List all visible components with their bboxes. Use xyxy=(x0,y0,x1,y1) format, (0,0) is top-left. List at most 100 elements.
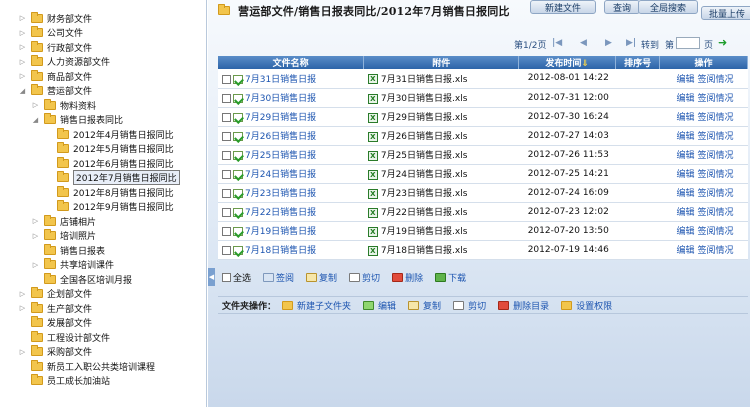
edit-link[interactable]: 编辑 xyxy=(677,170,695,180)
query-button[interactable]: 查询 xyxy=(604,0,640,14)
tree-node[interactable]: 2012年9月销售日报同比 xyxy=(44,200,174,214)
collapsed-arrow-icon[interactable]: ▷ xyxy=(31,217,40,226)
tree-node[interactable]: ▷ 店铺相片 xyxy=(31,214,96,228)
file-name-link[interactable]: 7月18日销售日报 xyxy=(245,246,316,256)
tree-node[interactable]: ▷ 生产部文件 xyxy=(18,301,92,315)
collapsed-arrow-icon[interactable]: ▷ xyxy=(18,289,27,298)
last-page-icon[interactable]: ▶| xyxy=(626,38,636,48)
copy-button[interactable]: 复制 xyxy=(306,271,337,284)
row-checkbox[interactable] xyxy=(222,74,231,84)
attachment-link[interactable]: 7月19日销售日报.xls xyxy=(381,227,468,237)
sign-status-link[interactable]: 签阅情况 xyxy=(698,132,734,142)
tree-node[interactable]: ◢ 营运部文件 xyxy=(18,84,92,98)
collapsed-arrow-icon[interactable]: ▷ xyxy=(18,43,27,52)
new-subfolder-button[interactable]: 新建子文件夹 xyxy=(282,299,351,312)
collapse-sidebar-tab[interactable]: ◀ xyxy=(208,268,215,286)
next-page-icon[interactable]: ▶ xyxy=(605,38,612,48)
tree-node[interactable]: 发展部文件 xyxy=(18,316,92,330)
tree-node[interactable]: 新员工入职公共类培训课程 xyxy=(18,359,155,373)
collapsed-arrow-icon[interactable]: ▷ xyxy=(18,304,27,313)
cut-folder-button[interactable]: 剪切 xyxy=(453,299,486,312)
row-checkbox[interactable] xyxy=(222,208,231,217)
file-name-link[interactable]: 7月25日销售日报 xyxy=(245,151,316,161)
edit-folder-button[interactable]: 编辑 xyxy=(363,299,396,312)
edit-link[interactable]: 编辑 xyxy=(677,151,695,161)
attachment-link[interactable]: 7月23日销售日报.xls xyxy=(381,189,468,199)
row-checkbox[interactable] xyxy=(222,227,231,236)
row-checkbox[interactable] xyxy=(222,170,231,179)
first-page-icon[interactable]: |◀ xyxy=(552,38,562,48)
tree-node[interactable]: 销售日报表 xyxy=(31,243,105,257)
collapsed-arrow-icon[interactable]: ▷ xyxy=(18,57,27,66)
file-name-link[interactable]: 7月19日销售日报 xyxy=(245,227,316,237)
attachment-link[interactable]: 7月24日销售日报.xls xyxy=(381,170,468,180)
delete-dir-button[interactable]: 删除目录 xyxy=(498,299,549,312)
go-arrow-icon[interactable]: ➜ xyxy=(718,36,727,49)
edit-link[interactable]: 编辑 xyxy=(677,94,695,104)
sign-status-link[interactable]: 签阅情况 xyxy=(698,246,734,256)
sign-status-link[interactable]: 签阅情况 xyxy=(698,75,734,85)
collapsed-arrow-icon[interactable]: ▷ xyxy=(31,260,40,269)
select-all-checkbox[interactable] xyxy=(222,273,231,282)
sign-status-link[interactable]: 签阅情况 xyxy=(698,170,734,180)
col-header-name[interactable]: 文件名称 xyxy=(218,56,365,69)
file-name-link[interactable]: 7月30日销售日报 xyxy=(245,94,316,104)
tree-node[interactable]: ▷ 财务部文件 xyxy=(18,11,92,25)
attachment-link[interactable]: 7月18日销售日报.xls xyxy=(381,246,468,256)
tree-node[interactable]: ▷ 采购部文件 xyxy=(18,345,92,359)
attachment-link[interactable]: 7月22日销售日报.xls xyxy=(381,208,468,218)
file-name-link[interactable]: 7月24日销售日报 xyxy=(245,170,316,180)
expanded-arrow-icon[interactable]: ◢ xyxy=(18,86,27,95)
copy-folder-button[interactable]: 复制 xyxy=(408,299,441,312)
sign-status-link[interactable]: 签阅情况 xyxy=(698,189,734,199)
tree-node[interactable]: ▷ 物料资料 xyxy=(31,98,96,112)
attachment-link[interactable]: 7月31日销售日报.xls xyxy=(381,75,468,85)
edit-link[interactable]: 编辑 xyxy=(677,208,695,218)
prev-page-icon[interactable]: ◀ xyxy=(580,38,587,48)
tree-node[interactable]: 2012年4月销售日报同比 xyxy=(44,127,174,141)
cut-button[interactable]: 剪切 xyxy=(349,271,380,284)
file-name-link[interactable]: 7月22日销售日报 xyxy=(245,208,316,218)
sign-status-link[interactable]: 签阅情况 xyxy=(698,151,734,161)
attachment-link[interactable]: 7月29日销售日报.xls xyxy=(381,113,468,123)
tree-node[interactable]: ▷ 行政部文件 xyxy=(18,40,92,54)
collapsed-arrow-icon[interactable]: ▷ xyxy=(18,28,27,37)
tree-node[interactable]: 员工成长加油站 xyxy=(18,374,110,388)
sign-status-link[interactable]: 签阅情况 xyxy=(698,113,734,123)
global-search-button[interactable]: 全局搜索 xyxy=(638,0,698,14)
file-name-link[interactable]: 7月31日销售日报 xyxy=(245,75,316,85)
col-header-attachment[interactable]: 附件 xyxy=(363,56,520,69)
attachment-link[interactable]: 7月25日销售日报.xls xyxy=(381,151,468,161)
tree-node[interactable]: 2012年8月销售日报同比 xyxy=(44,185,174,199)
tree-node[interactable]: 2012年6月销售日报同比 xyxy=(44,156,174,170)
tree-node[interactable]: ▷ 共享培训课件 xyxy=(31,258,114,272)
new-file-button[interactable]: 新建文件 xyxy=(530,0,596,14)
tree-node[interactable]: 2012年7月销售日报同比 xyxy=(44,170,180,185)
edit-link[interactable]: 编辑 xyxy=(677,189,695,199)
tree-node[interactable]: ▷ 商品部文件 xyxy=(18,69,92,83)
tree-node[interactable]: ▷ 企划部文件 xyxy=(18,287,92,301)
sign-status-link[interactable]: 签阅情况 xyxy=(698,227,734,237)
tree-node[interactable]: ▷ 公司文件 xyxy=(18,26,83,40)
collapsed-arrow-icon[interactable]: ▷ xyxy=(18,14,27,23)
edit-link[interactable]: 编辑 xyxy=(677,113,695,123)
edit-link[interactable]: 编辑 xyxy=(677,132,695,142)
tree-node[interactable]: ▷ 人力资源部文件 xyxy=(18,55,110,69)
download-button[interactable]: 下载 xyxy=(435,271,466,284)
row-checkbox[interactable] xyxy=(222,189,231,198)
collapsed-arrow-icon[interactable]: ▷ xyxy=(31,231,40,240)
attachment-link[interactable]: 7月30日销售日报.xls xyxy=(381,94,468,104)
batch-upload-button[interactable]: 批量上传 xyxy=(701,6,750,20)
collapsed-arrow-icon[interactable]: ▷ xyxy=(31,101,40,110)
sign-status-link[interactable]: 签阅情况 xyxy=(698,208,734,218)
tree-node[interactable]: ◢ 销售日报表同比 xyxy=(31,113,123,127)
attachment-link[interactable]: 7月26日销售日报.xls xyxy=(381,132,468,142)
row-checkbox[interactable] xyxy=(222,132,231,141)
goto-page-input[interactable] xyxy=(676,37,700,49)
edit-link[interactable]: 编辑 xyxy=(677,227,695,237)
sign-status-link[interactable]: 签阅情况 xyxy=(698,94,734,104)
tree-node[interactable]: 全国各区培训月报 xyxy=(31,272,132,286)
set-permission-button[interactable]: 设置权限 xyxy=(561,299,612,312)
tree-node[interactable]: 工程设计部文件 xyxy=(18,330,110,344)
collapsed-arrow-icon[interactable]: ▷ xyxy=(18,347,27,356)
